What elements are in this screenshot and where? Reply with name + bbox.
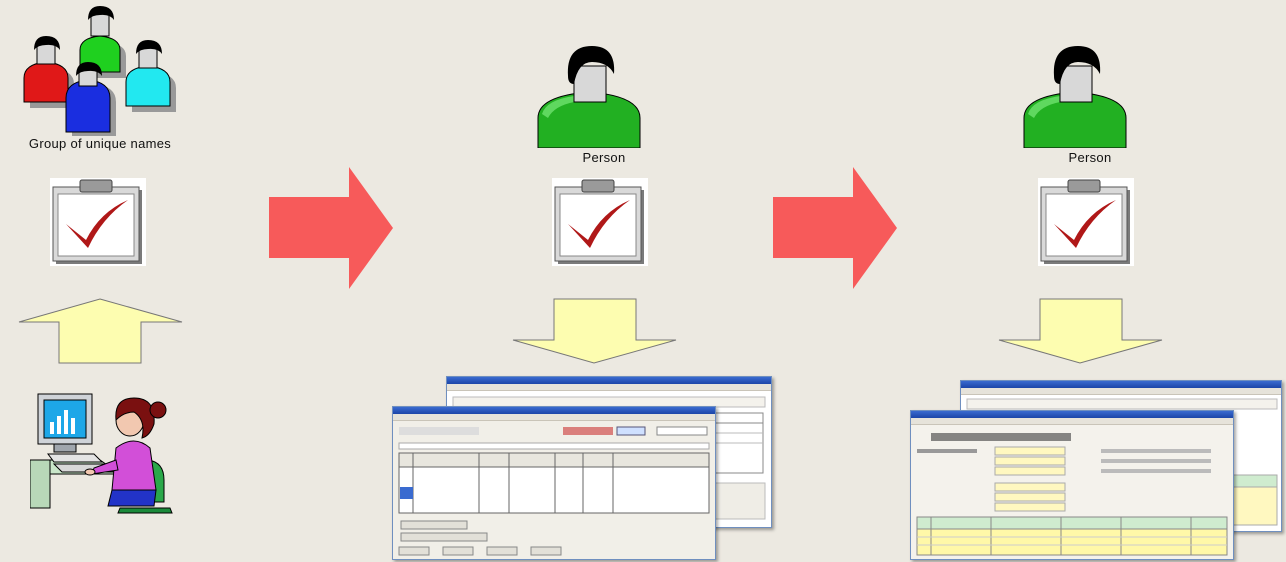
person-2-caption: Person	[1068, 150, 1112, 165]
red-right-arrow-icon	[268, 166, 394, 290]
yellow-down-arrow-icon	[512, 298, 677, 364]
yellow-up-arrow-icon	[18, 298, 183, 364]
computer-user-icon	[30, 390, 190, 514]
yellow-down-arrow-icon	[998, 298, 1163, 364]
group-caption: Group of unique names	[28, 136, 172, 151]
clipboard-check-icon	[1038, 178, 1134, 266]
clipboard-check-icon	[50, 178, 146, 266]
clipboard-check-icon	[552, 178, 648, 266]
person-1-caption: Person	[582, 150, 626, 165]
group-of-people-icon	[20, 4, 192, 136]
red-right-arrow-icon	[772, 166, 898, 290]
person-icon	[534, 44, 644, 148]
person-icon	[1020, 44, 1130, 148]
document-window-front	[392, 406, 716, 560]
document-window-front	[910, 410, 1234, 560]
